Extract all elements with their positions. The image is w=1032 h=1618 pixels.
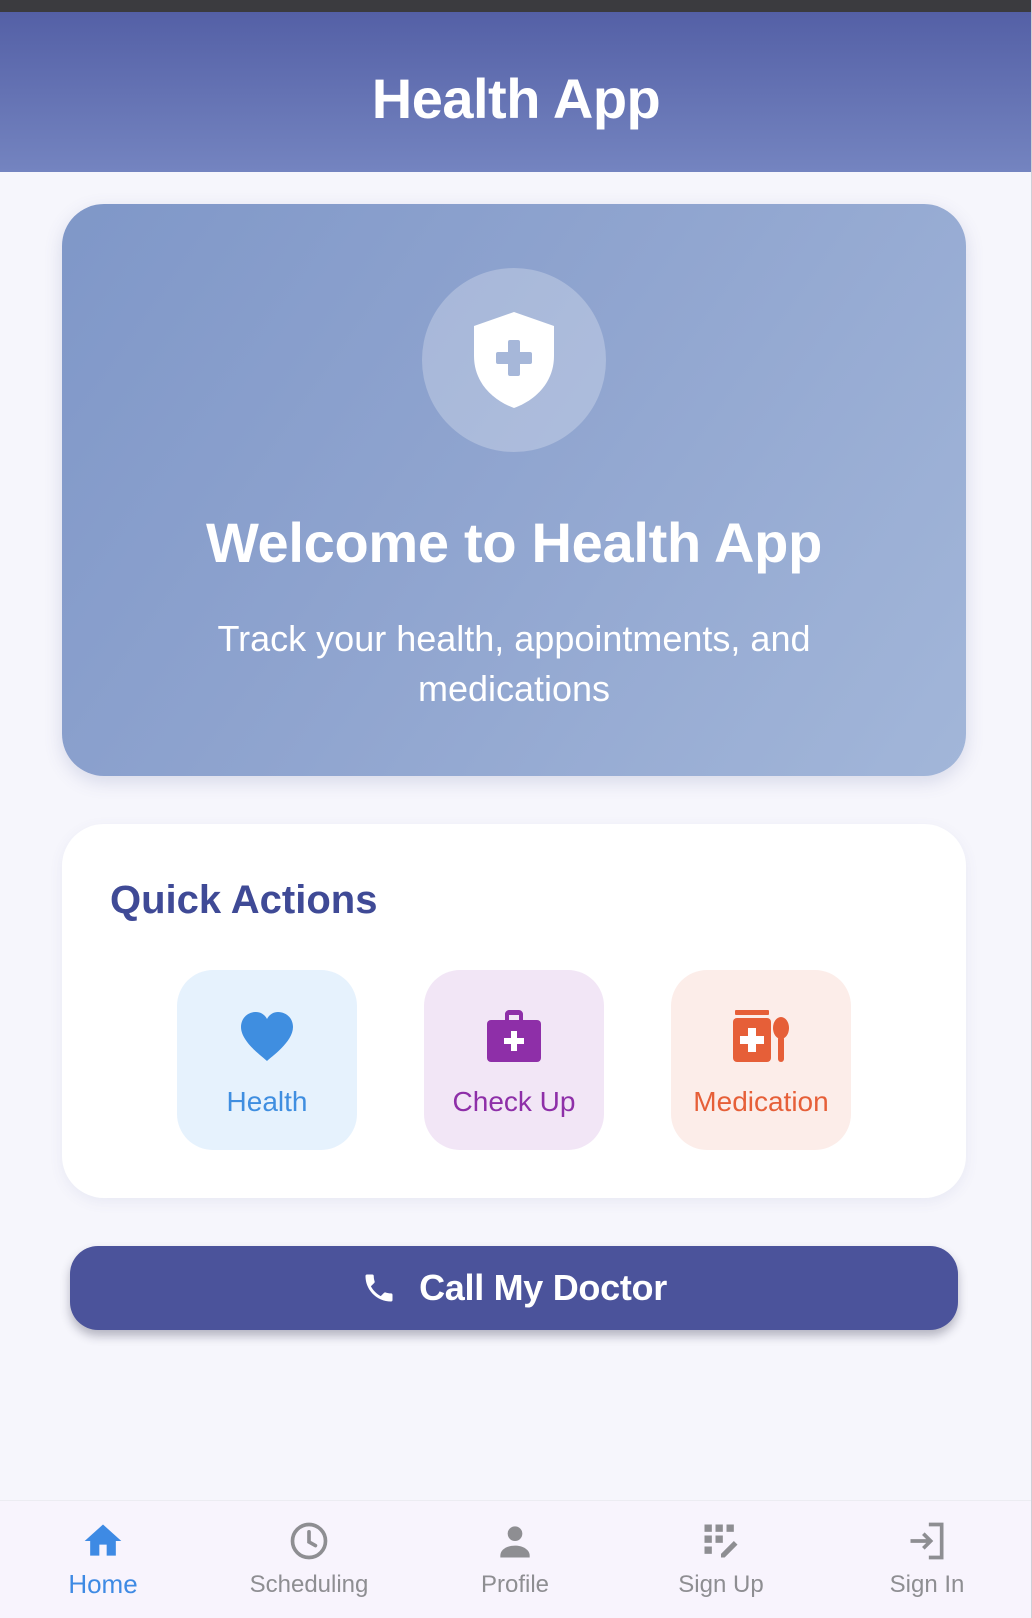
medical-kit-icon: [487, 1010, 541, 1062]
login-icon: [910, 1522, 944, 1560]
shield-icon-circle: [422, 268, 606, 452]
bottom-navigation: Home Scheduling Profile Sign Up Sign In: [0, 1500, 1032, 1618]
clock-icon: [290, 1522, 328, 1560]
app-title: Health App: [371, 66, 661, 130]
checkup-action-button[interactable]: Check Up: [424, 970, 604, 1150]
nav-item-sign-in[interactable]: Sign In: [824, 1501, 1030, 1618]
medication-icon: [733, 1010, 789, 1062]
checkup-action-label: Check Up: [452, 1086, 576, 1117]
call-doctor-label: Call My Doctor: [419, 1267, 667, 1308]
health-action-button[interactable]: Health: [177, 970, 357, 1150]
heart-icon: [241, 1012, 293, 1061]
app-registration-icon: [704, 1524, 738, 1558]
nav-label-sign-in: Sign In: [889, 1571, 965, 1598]
welcome-subtitle: Track your health, appointments, and med…: [217, 618, 811, 709]
nav-item-sign-up[interactable]: Sign Up: [618, 1501, 824, 1618]
app-screen: Health App Welcome to Health App Track y…: [0, 0, 1032, 1618]
nav-item-scheduling[interactable]: Scheduling: [206, 1501, 412, 1618]
nav-label-profile: Profile: [480, 1571, 550, 1598]
person-icon: [500, 1526, 530, 1558]
medication-action-label: Medication: [693, 1086, 829, 1117]
nav-item-profile[interactable]: Profile: [412, 1501, 618, 1618]
call-doctor-button[interactable]: Call My Doctor: [70, 1246, 958, 1330]
app-bar: Health App: [0, 12, 1032, 172]
nav-label-home: Home: [68, 1569, 138, 1599]
welcome-card: Welcome to Health App Track your health,…: [62, 204, 966, 776]
health-action-label: Health: [226, 1086, 308, 1117]
welcome-title: Welcome to Health App: [206, 511, 822, 574]
shield-plus-icon: [474, 312, 554, 408]
home-icon: [84, 1524, 122, 1556]
nav-label-scheduling: Scheduling: [249, 1571, 369, 1598]
nav-item-home[interactable]: Home: [0, 1501, 206, 1618]
nav-label-sign-up: Sign Up: [678, 1571, 764, 1598]
quick-actions-card: Quick Actions Health Check Up Medication: [62, 824, 966, 1198]
quick-actions-title: Quick Actions: [110, 878, 378, 922]
phone-icon: [365, 1274, 393, 1302]
medication-action-button[interactable]: Medication: [671, 970, 851, 1150]
status-bar: [0, 0, 1032, 12]
